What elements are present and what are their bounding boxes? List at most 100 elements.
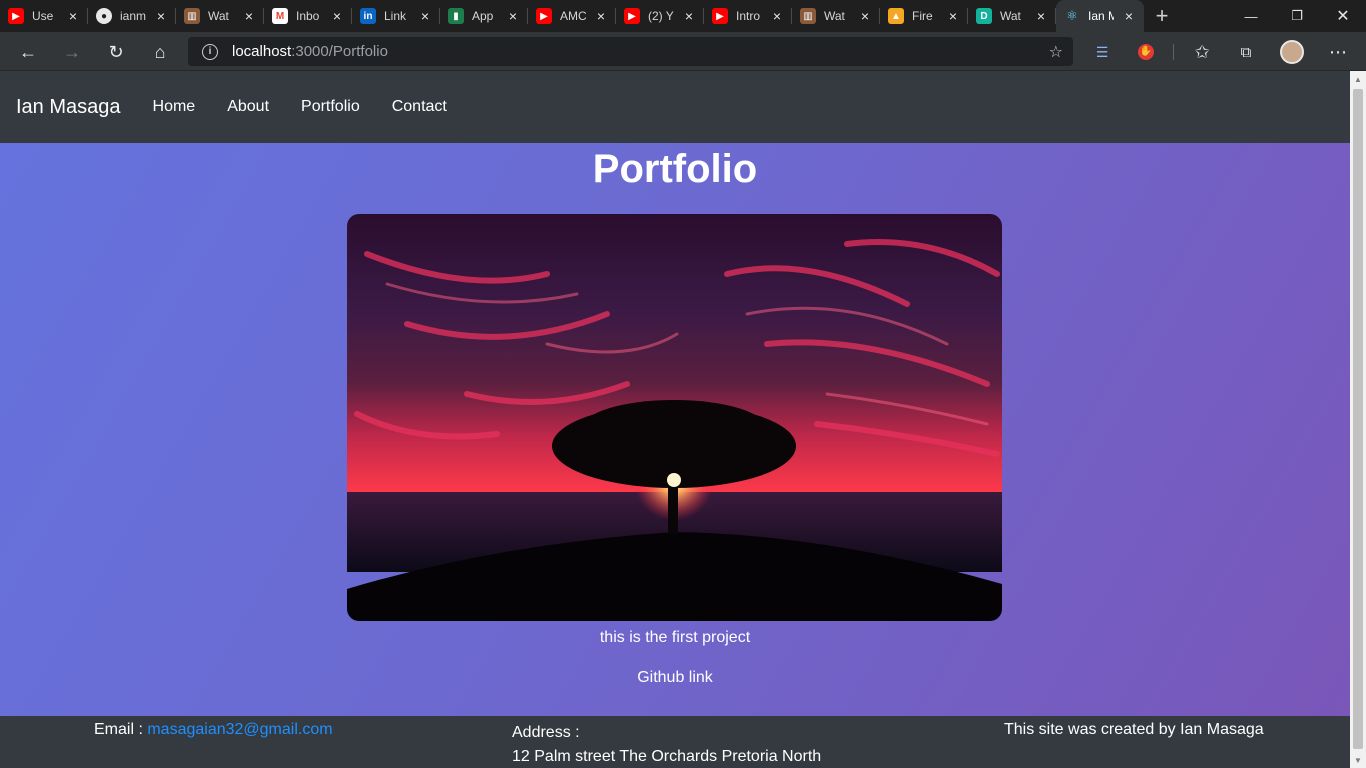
nav-link-about[interactable]: About <box>211 98 285 116</box>
tab-title: Wat <box>824 9 845 23</box>
tab-title: Inbo <box>296 9 320 23</box>
browser-tab[interactable]: ▶ (2) Y × <box>616 0 704 32</box>
scrollbar-thumb[interactable] <box>1353 89 1363 749</box>
nav-link-portfolio[interactable]: Portfolio <box>285 98 376 116</box>
youtube-icon: ▶ <box>536 8 552 24</box>
browser-tab[interactable]: ▶ AMC × <box>528 0 616 32</box>
extension-icon[interactable]: ✋ <box>1132 38 1160 66</box>
app-icon: ▮ <box>448 8 464 24</box>
tab-title: Wat <box>208 9 229 23</box>
tab-title: Ian M <box>1088 9 1114 23</box>
favorites-icon[interactable]: ✩ <box>1188 38 1216 66</box>
close-icon[interactable]: × <box>1034 9 1048 23</box>
email-label: Email : <box>94 721 148 738</box>
firebase-icon: ▲ <box>888 8 904 24</box>
email-link[interactable]: masagaian32@gmail.com <box>147 721 332 738</box>
close-icon[interactable]: × <box>682 9 696 23</box>
close-window-button[interactable]: ✕ <box>1320 0 1366 32</box>
close-icon[interactable]: × <box>154 9 168 23</box>
close-icon[interactable]: × <box>242 9 256 23</box>
close-icon[interactable]: × <box>418 9 432 23</box>
close-icon[interactable]: × <box>770 9 784 23</box>
youtube-icon: ▶ <box>8 8 24 24</box>
info-icon[interactable]: i <box>202 43 218 60</box>
tab-title: ianm <box>120 9 146 23</box>
browser-tab[interactable]: ▥ Wat × <box>792 0 880 32</box>
back-arrow-icon[interactable]: ← <box>14 38 42 66</box>
add-favorite-icon[interactable]: ☆ <box>1049 42 1063 62</box>
browser-tab[interactable]: ● ianm × <box>88 0 176 32</box>
tab-strip: ▶ Use × ● ianm × ▥ Wat × M Inbo × in Lin… <box>0 0 1366 32</box>
footer-credit: This site was created by Ian Masaga <box>1004 721 1264 738</box>
restore-button[interactable]: ❐ <box>1274 0 1320 32</box>
close-icon[interactable]: × <box>1122 9 1136 23</box>
footer-address: Address : 12 Palm street The Orchards Pr… <box>512 721 821 768</box>
youtube-icon: ▶ <box>624 8 640 24</box>
url-text[interactable]: localhost:3000/Portfolio <box>232 43 388 60</box>
tab-title: Fire <box>912 9 933 23</box>
reading-list-icon[interactable]: ☰ <box>1088 38 1116 66</box>
project-description: this is the first project <box>599 629 751 646</box>
site-navbar: Ian Masaga Home About Portfolio Contact <box>0 71 1350 143</box>
browser-tab[interactable]: in Link × <box>352 0 440 32</box>
browser-tab[interactable]: ▲ Fire × <box>880 0 968 32</box>
address-bar[interactable]: i localhost:3000/Portfolio ☆ <box>188 37 1073 66</box>
site-brand[interactable]: Ian Masaga <box>16 96 121 119</box>
footer-email: Email : masagaian32@gmail.com <box>94 721 333 739</box>
browser-tab[interactable]: M Inbo × <box>264 0 352 32</box>
collections-icon[interactable]: ⧉ <box>1232 38 1260 66</box>
tab-title: Link <box>384 9 407 23</box>
close-icon[interactable]: × <box>594 9 608 23</box>
url-host: localhost <box>232 43 292 60</box>
profile-avatar[interactable] <box>1280 40 1304 64</box>
tab-title: Wat <box>1000 9 1021 23</box>
tab-title: App <box>472 9 494 23</box>
browser-tab[interactable]: ▥ Wat × <box>176 0 264 32</box>
minimize-button[interactable]: — <box>1228 0 1274 32</box>
browser-tab[interactable]: ▶ Intro × <box>704 0 792 32</box>
url-path: :3000/Portfolio <box>291 43 388 60</box>
linkedin-icon: in <box>360 8 376 24</box>
browser-tab[interactable]: D Wat × <box>968 0 1056 32</box>
browser-tab[interactable]: ▮ App × <box>440 0 528 32</box>
tab-title: AMC <box>560 9 586 23</box>
page-viewport: Ian Masaga Home About Portfolio Contact … <box>0 71 1350 768</box>
new-tab-button[interactable]: + <box>1144 0 1180 32</box>
nav-link-contact[interactable]: Contact <box>376 98 463 116</box>
react-icon: ⚛ <box>1066 8 1078 23</box>
close-icon[interactable]: × <box>946 9 960 23</box>
d-icon: D <box>976 8 992 24</box>
nav-link-home[interactable]: Home <box>137 98 212 116</box>
project-image <box>347 214 1002 621</box>
address-label: Address : <box>512 724 580 741</box>
tab-title: (2) Y <box>648 9 674 23</box>
github-link[interactable]: Github link <box>0 669 1350 687</box>
more-menu-icon[interactable]: ⋯ <box>1324 38 1352 66</box>
scroll-down-icon[interactable]: ▼ <box>1350 752 1366 768</box>
page-scrollbar[interactable]: ▲ ▼ <box>1350 71 1366 768</box>
toolbar-divider <box>1173 44 1174 60</box>
close-icon[interactable]: × <box>330 9 344 23</box>
film-icon: ▥ <box>800 8 816 24</box>
home-icon[interactable]: ⌂ <box>146 38 174 66</box>
browser-tab[interactable]: ▶ Use × <box>0 0 88 32</box>
youtube-icon: ▶ <box>712 8 728 24</box>
reload-icon[interactable]: ↻ <box>102 38 130 66</box>
nav-links: Home About Portfolio Contact <box>137 98 463 116</box>
scroll-up-icon[interactable]: ▲ <box>1350 71 1366 87</box>
github-icon: ● <box>96 8 112 24</box>
close-icon[interactable]: × <box>66 9 80 23</box>
site-footer: Email : masagaian32@gmail.com Address : … <box>0 716 1350 768</box>
address-value: 12 Palm street The Orchards Pretoria Nor… <box>512 748 822 765</box>
tab-title: Intro <box>736 9 761 23</box>
forward-arrow-icon[interactable]: → <box>58 38 86 66</box>
stop-extension-icon: ✋ <box>1138 44 1154 60</box>
close-icon[interactable]: × <box>858 9 872 23</box>
browser-tab-active[interactable]: ⚛ Ian M × <box>1056 0 1144 32</box>
page-title: Portfolio <box>592 147 758 191</box>
close-icon[interactable]: × <box>506 9 520 23</box>
film-icon: ▥ <box>184 8 200 24</box>
browser-toolbar: ← → ↻ ⌂ i localhost:3000/Portfolio ☆ ☰ ✋… <box>0 32 1366 71</box>
tab-title: Use <box>32 9 54 23</box>
gmail-icon: M <box>272 8 288 24</box>
